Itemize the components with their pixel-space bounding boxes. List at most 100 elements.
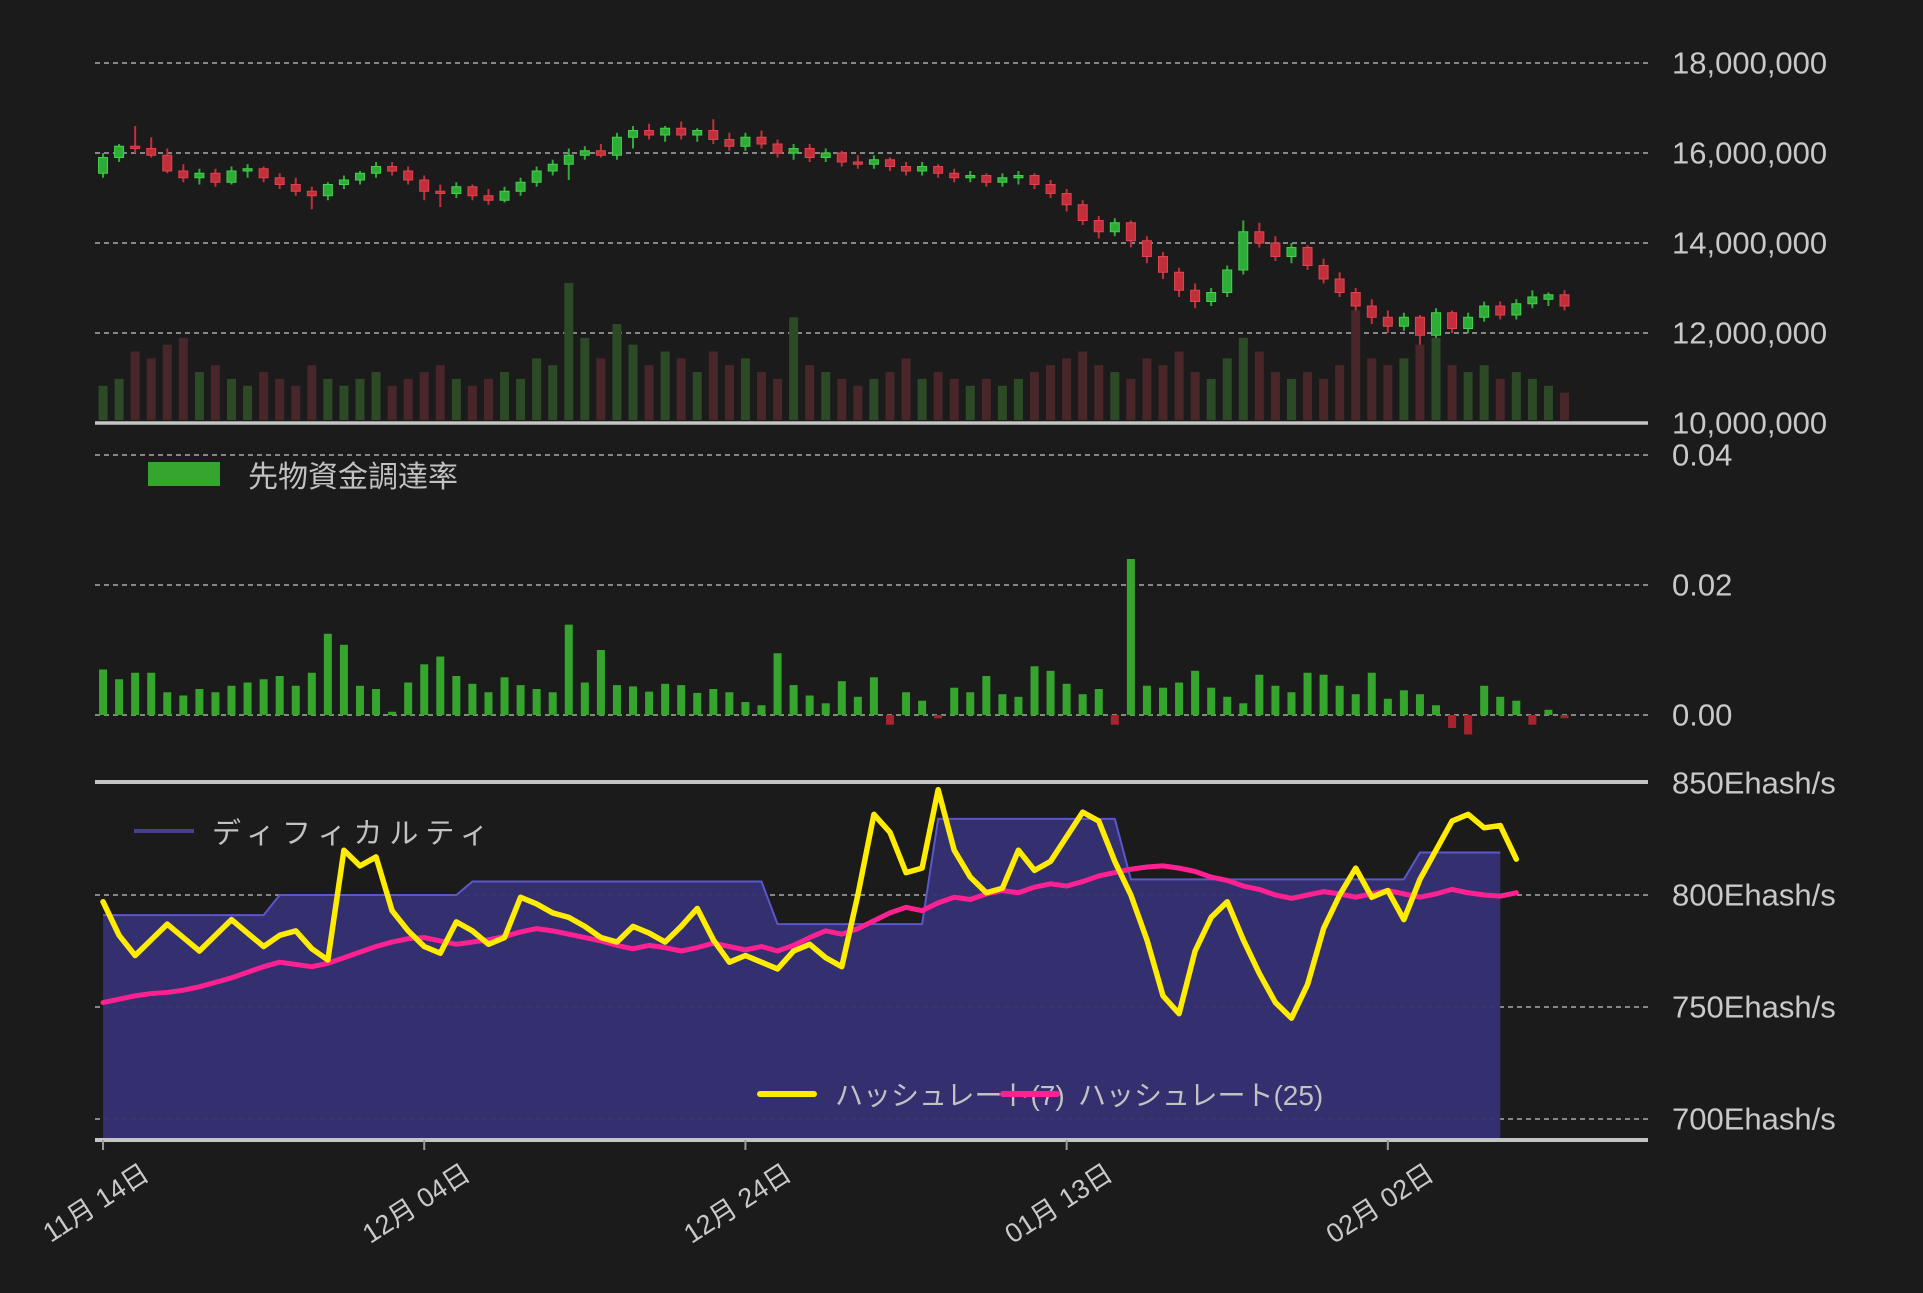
candle-body [259, 169, 268, 178]
candle-body [1367, 306, 1376, 317]
candle-body [1319, 266, 1328, 280]
candle-body [1512, 304, 1521, 315]
candle-body [1528, 297, 1537, 304]
funding-rate-bar [806, 696, 814, 716]
difficulty-legend-label: ディフィカルティ [212, 810, 496, 852]
candle-body [934, 167, 943, 174]
volume-bar [741, 358, 750, 420]
funding-rate-bar [1255, 675, 1263, 715]
volume-bar [131, 352, 140, 421]
volume-bar [1335, 365, 1344, 420]
candle-body [677, 128, 686, 135]
volume-bar [902, 358, 911, 420]
volume-bar [1448, 365, 1457, 420]
candle-body [757, 137, 766, 144]
funding-rate-bar [902, 692, 910, 715]
candle-body [1464, 317, 1473, 328]
legend-difficulty[interactable]: ディフィカルティ [134, 810, 496, 852]
volume-bar [1062, 358, 1071, 420]
funding-rate-bar [1031, 666, 1039, 715]
x-axis-tick-label: 12月 04日 [357, 1158, 475, 1249]
candle-body [243, 169, 252, 171]
candle-body [837, 153, 846, 162]
funding-rate-bar [1304, 673, 1312, 715]
funding-rate-bar [1432, 705, 1440, 715]
candle-body [1078, 205, 1087, 221]
volume-bar [548, 365, 557, 420]
funding-rate-bar [501, 677, 509, 715]
legend-funding-rate[interactable]: 先物資金調達率 [148, 452, 458, 496]
funding-rate-bar [99, 670, 107, 716]
volume-bar [966, 386, 975, 420]
hashrate25-line-swatch-icon [1000, 1091, 1060, 1097]
candle-body [500, 191, 509, 200]
funding-rate-bar [1560, 715, 1568, 718]
candle-body [1271, 243, 1280, 257]
funding-rate-bar [870, 677, 878, 715]
candle-body [1175, 272, 1184, 290]
y-axis-tick-label: 0.04 [1672, 438, 1732, 473]
candle-body [323, 185, 332, 196]
funding-rate-bar [629, 686, 637, 715]
funding-rate-bar [1127, 559, 1135, 715]
volume-bar [564, 283, 573, 420]
candle-body [516, 182, 525, 191]
x-axis-tick-label: 01月 13日 [1000, 1158, 1118, 1249]
y-axis-tick-label: 0.02 [1672, 568, 1732, 603]
volume-bar [805, 365, 814, 420]
candle-body [147, 149, 156, 156]
candle-body [307, 191, 316, 196]
volume-bar [709, 352, 718, 421]
funding-rate-bar [774, 653, 782, 715]
funding-rate-bar [131, 673, 139, 715]
candle-body [1094, 221, 1103, 232]
volume-bar [1351, 310, 1360, 420]
volume-bar [1399, 358, 1408, 420]
volume-bar [1255, 352, 1264, 421]
candle-body [131, 146, 140, 148]
candle-body [1110, 223, 1119, 232]
candle-body [580, 151, 589, 156]
volume-bar [661, 352, 670, 421]
candle-body [163, 155, 172, 171]
candle-body [629, 131, 638, 138]
y-axis-tick-label: 12,000,000 [1672, 316, 1827, 351]
funding-rate-bar [565, 625, 573, 715]
volume-bar [1303, 372, 1312, 420]
funding-rate-bar [757, 705, 765, 715]
volume-bar [853, 386, 862, 420]
candle-body [709, 131, 718, 140]
funding-rate-bar [1480, 686, 1488, 715]
candle-body [645, 131, 654, 136]
hashrate7-line-swatch-icon [757, 1091, 817, 1097]
funding-rate-bar [1528, 715, 1536, 725]
volume-bar [1030, 372, 1039, 420]
candle-body [918, 167, 927, 172]
volume-bar [580, 338, 589, 420]
funding-rate-bar [1448, 715, 1456, 728]
candle-body [950, 173, 959, 178]
volume-bar [1560, 393, 1569, 420]
volume-bar [404, 379, 413, 420]
y-axis-tick-label: 850Ehash/s [1672, 766, 1836, 801]
volume-bar [484, 379, 493, 420]
volume-bar [1480, 365, 1489, 420]
crypto-multi-panel-chart[interactable]: 18,000,00016,000,00014,000,00012,000,000… [0, 0, 1923, 1293]
legend-hashrate-25[interactable]: ハッシュレート(25) [1000, 1074, 1323, 1114]
x-axis-tick-label: 11月 14日 [38, 1158, 155, 1248]
volume-bar [998, 386, 1007, 420]
funding-rate-bar [1047, 671, 1055, 715]
volume-bar [596, 358, 605, 420]
volume-bar [1142, 358, 1151, 420]
series [99, 119, 1569, 1138]
funding-rate-swatch-icon [148, 462, 220, 486]
funding-rate-bar [211, 692, 219, 715]
candle-body [612, 137, 621, 155]
volume-bar [355, 379, 364, 420]
funding-rate-bar [1014, 697, 1022, 715]
candle-body [339, 180, 348, 185]
volume-bar [1207, 379, 1216, 420]
funding-rate-bar [1384, 699, 1392, 715]
funding-rate-bar [420, 664, 428, 715]
candle-body [1351, 293, 1360, 307]
